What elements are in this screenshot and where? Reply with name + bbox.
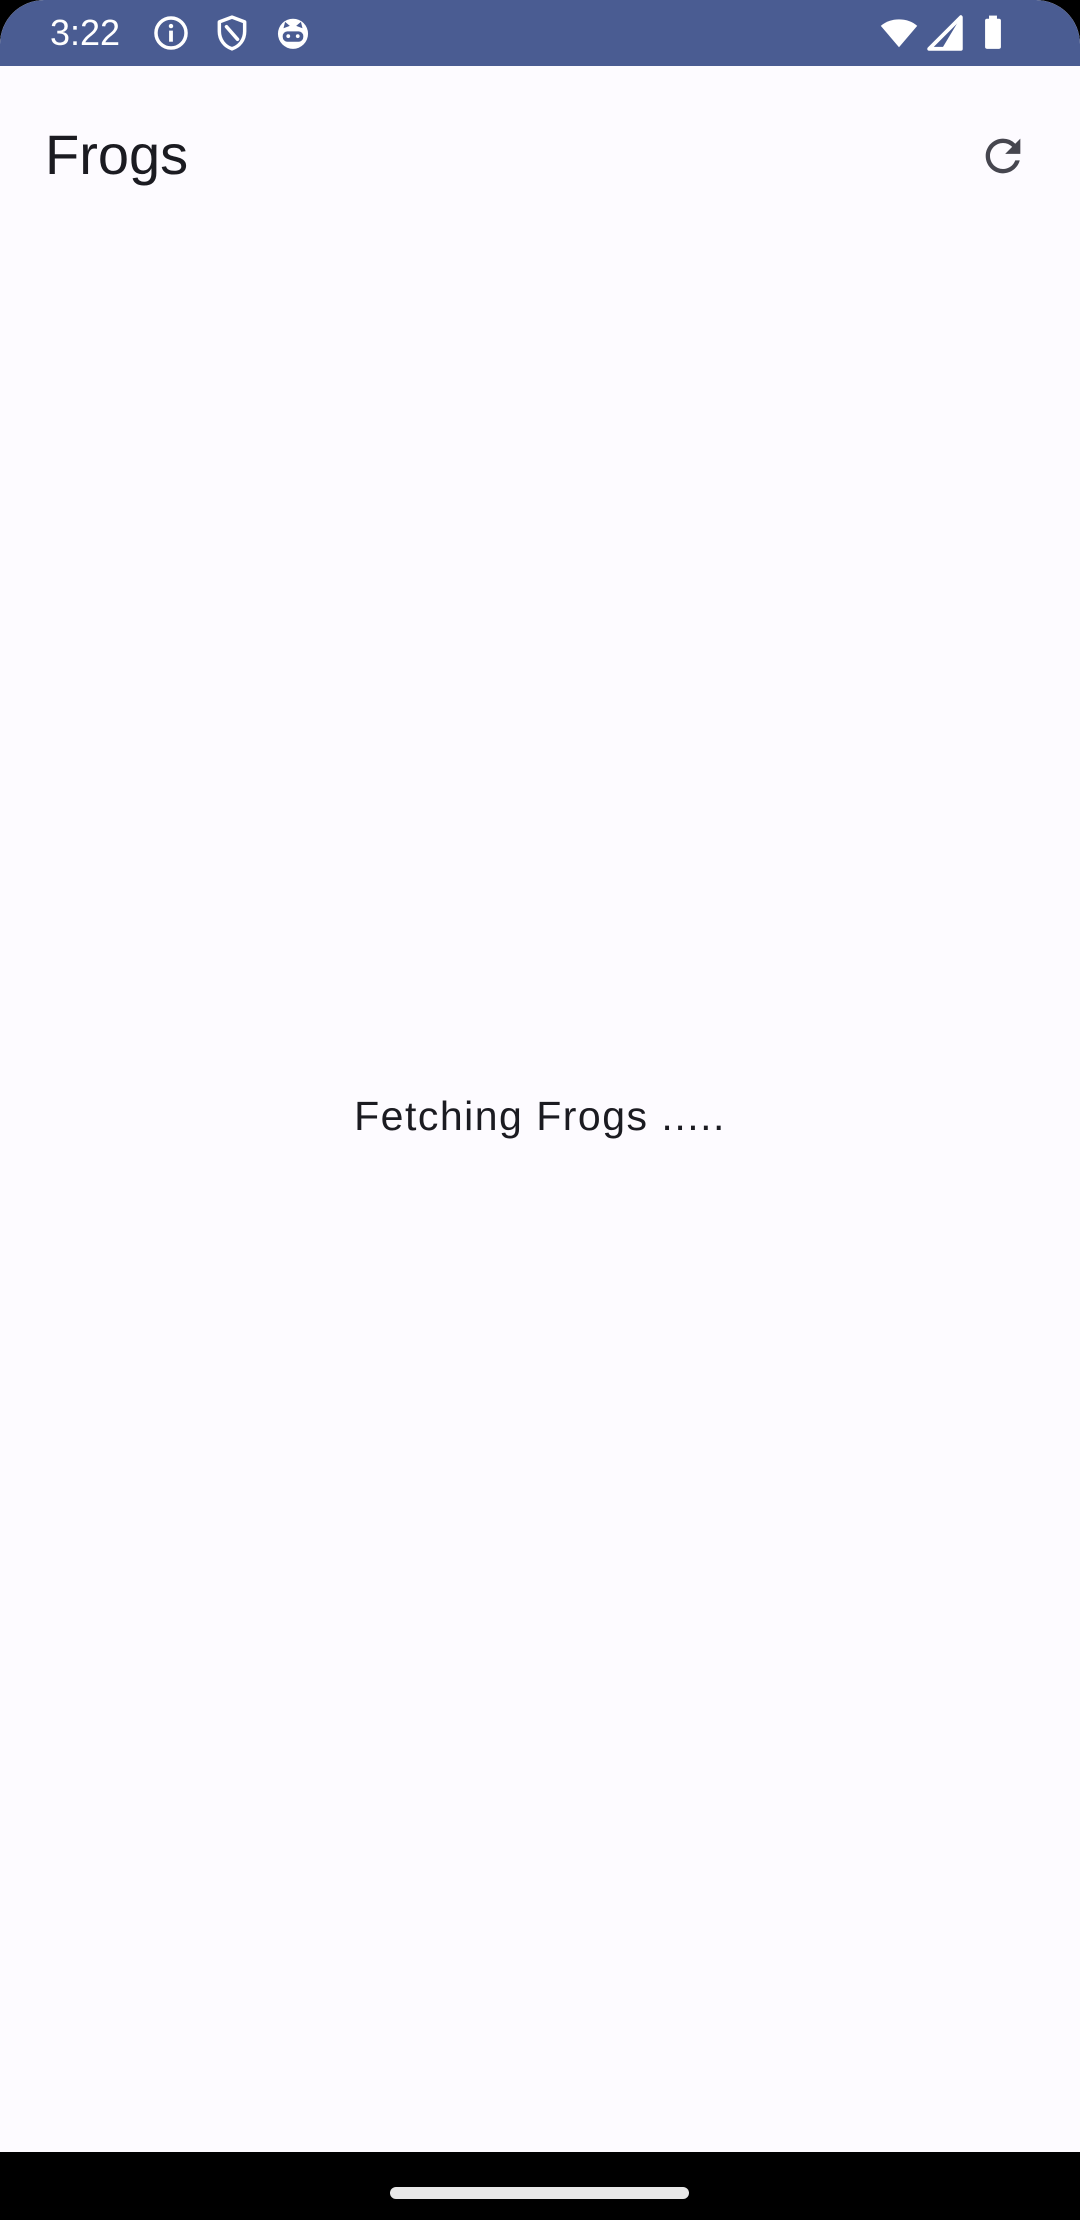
navigation-bar — [0, 2152, 1080, 2220]
battery-icon — [974, 14, 1012, 52]
home-handle[interactable] — [390, 2187, 689, 2199]
status-time: 3:22 — [50, 12, 121, 53]
refresh-icon — [985, 138, 1021, 174]
page-title: Frogs — [45, 123, 189, 186]
cat-face-icon — [274, 14, 312, 52]
cellular-signal-icon — [926, 14, 964, 52]
content-area: Fetching Frogs ..... — [0, 246, 1080, 2152]
wifi-icon — [880, 14, 918, 52]
loading-message: Fetching Frogs ..... — [354, 1093, 726, 1139]
status-bar: 3:22 — [0, 0, 1080, 66]
shield-icon — [213, 14, 251, 52]
app-screen: 3:22 Frogs Fetching Frogs ..... — [0, 0, 1080, 2220]
top-app-bar: Frogs — [0, 66, 1080, 246]
info-icon — [152, 14, 190, 52]
refresh-button[interactable] — [963, 116, 1043, 196]
